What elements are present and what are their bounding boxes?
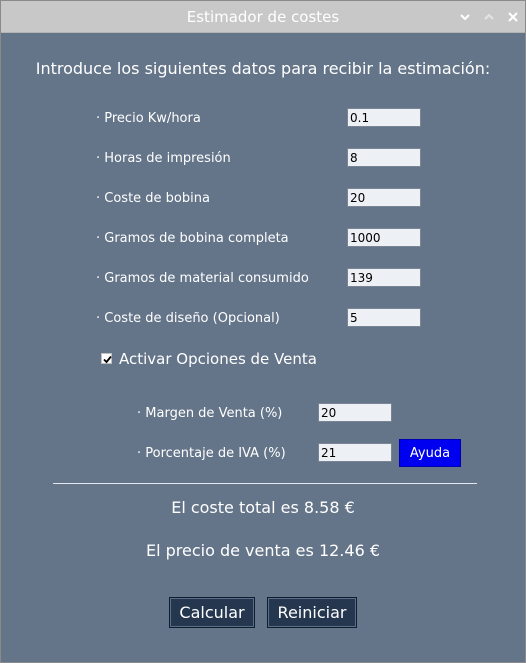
print-hours-input[interactable]: [347, 148, 421, 167]
material-used-input[interactable]: [347, 268, 421, 287]
intro-text: Introduce los siguientes datos para reci…: [35, 59, 491, 78]
reset-button[interactable]: Reiniciar: [267, 597, 357, 628]
spool-grams-input[interactable]: [347, 228, 421, 247]
sale-price-text: El precio de venta es 12.46 €: [145, 541, 381, 560]
sales-options-label: Activar Opciones de Venta: [119, 350, 317, 368]
design-cost-label: · Coste de diseño (Opcional): [96, 311, 280, 326]
kwh-price-input[interactable]: [347, 108, 421, 127]
field-row-spool-grams: · Gramos de bobina completa: [1, 228, 525, 250]
design-cost-input[interactable]: [347, 308, 421, 327]
vat-input[interactable]: [318, 443, 392, 462]
chevron-up-icon[interactable]: [482, 9, 496, 23]
total-cost-text: El coste total es 8.58 €: [171, 498, 355, 517]
sales-options-checkbox[interactable]: [101, 353, 112, 364]
divider: [53, 483, 477, 484]
kwh-price-label: · Precio Kw/hora: [96, 111, 201, 126]
field-row-material-used: · Gramos de material consumido: [1, 268, 525, 290]
field-row-design-cost: · Coste de diseño (Opcional): [1, 308, 525, 330]
close-icon[interactable]: [506, 9, 520, 23]
title-bar[interactable]: Estimador de costes: [1, 1, 525, 33]
spool-cost-input[interactable]: [347, 188, 421, 207]
calculate-button[interactable]: Calcular: [169, 597, 255, 628]
print-hours-label: · Horas de impresión: [96, 151, 231, 166]
chevron-down-icon[interactable]: [458, 9, 472, 23]
field-row-sales-margin: · Margen de Venta (%): [1, 403, 525, 425]
field-row-print-hours: · Horas de impresión: [1, 148, 525, 170]
sales-margin-label: · Margen de Venta (%): [137, 406, 283, 421]
field-row-kwh-price: · Precio Kw/hora: [1, 108, 525, 130]
main-panel: Introduce los siguientes datos para reci…: [1, 33, 525, 662]
spool-cost-label: · Coste de bobina: [96, 191, 210, 206]
sales-margin-input[interactable]: [318, 403, 392, 422]
field-row-spool-cost: · Coste de bobina: [1, 188, 525, 210]
window-title: Estimador de costes: [186, 8, 340, 26]
help-button[interactable]: Ayuda: [399, 439, 461, 467]
vat-label: · Porcentaje de IVA (%): [137, 446, 286, 461]
spool-grams-label: · Gramos de bobina completa: [96, 231, 289, 246]
app-window: Estimador de costes Introduce los siguie…: [0, 0, 526, 663]
material-used-label: · Gramos de material consumido: [96, 271, 309, 286]
